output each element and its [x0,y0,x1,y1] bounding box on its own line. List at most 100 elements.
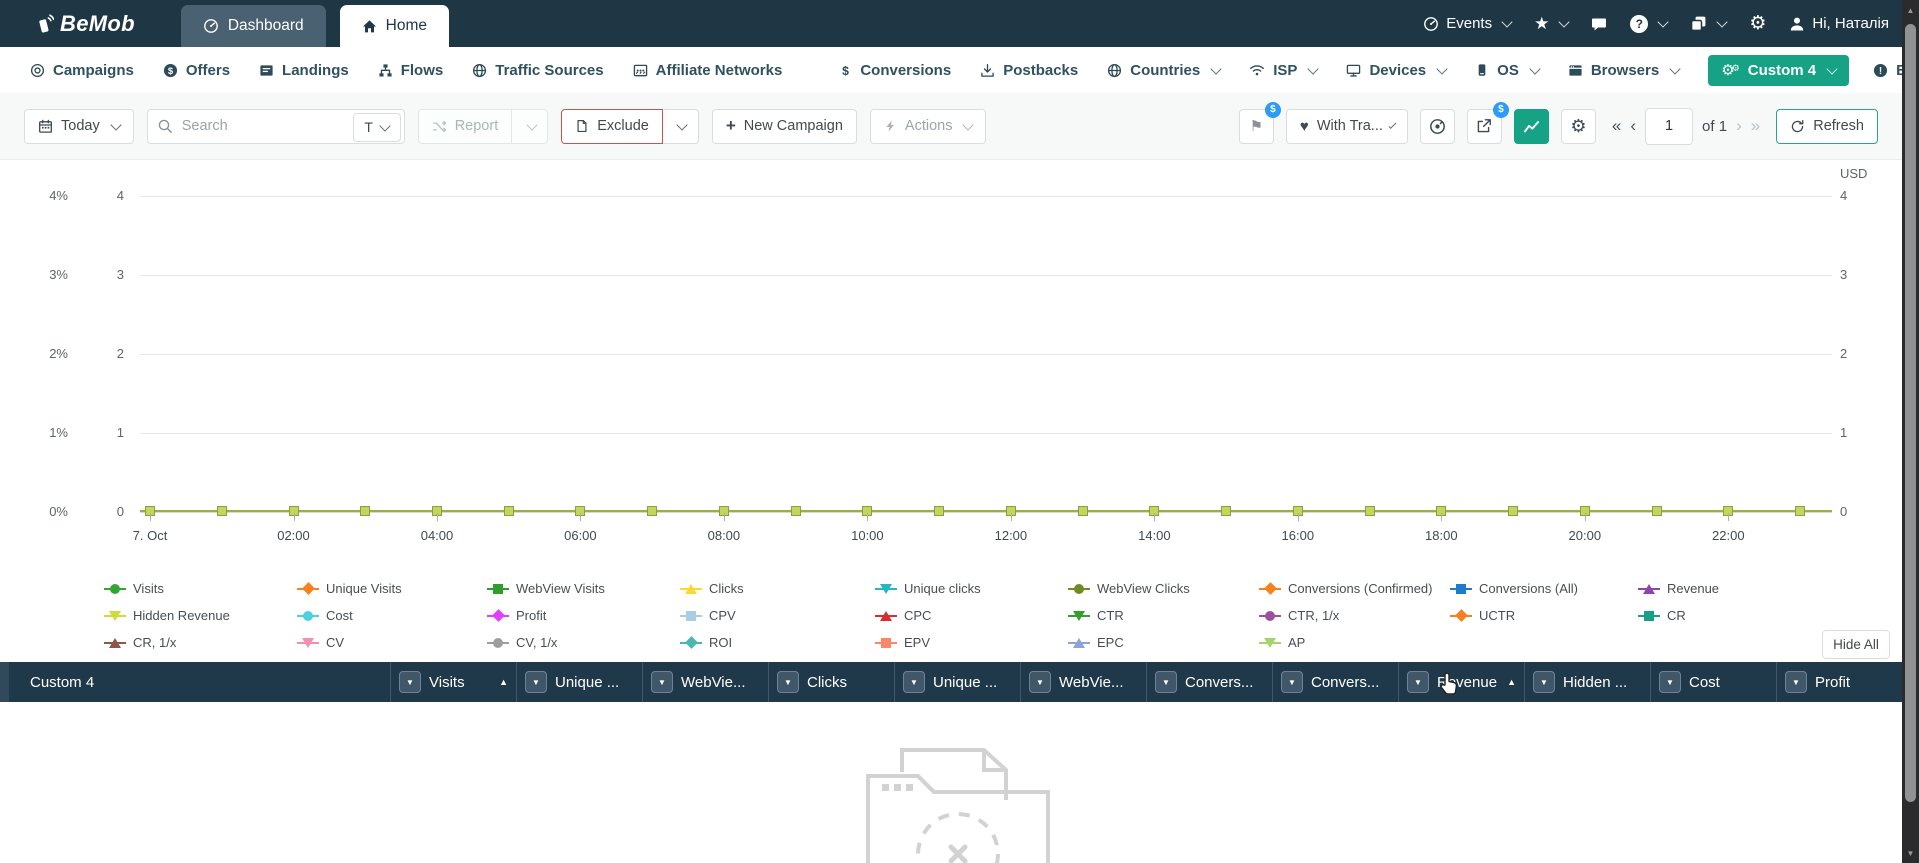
column-header-cost[interactable]: ▼ Cost [1650,662,1776,702]
windows-menu[interactable] [1690,15,1729,32]
next-page-button[interactable]: › [1736,116,1742,136]
scroll-down-arrow[interactable]: ▼ [1902,845,1919,861]
bemob-logo[interactable]: BeMob [34,11,135,37]
column-header-convers[interactable]: ▼ Convers... [1272,662,1398,702]
column-header-clicks[interactable]: ▼ Clicks [768,662,894,702]
last-page-button[interactable]: » [1751,116,1760,136]
date-range-button[interactable]: Today [24,108,134,144]
favorites-menu[interactable]: ★ [1534,15,1571,32]
actions-button[interactable]: Actions [869,108,987,144]
column-header-profit[interactable]: ▼ Profit [1776,662,1902,702]
page-number-input[interactable] [1645,107,1694,145]
nav-item-countries[interactable]: Countries [1107,62,1222,79]
filter-icon[interactable]: ▼ [1281,671,1303,693]
filter-icon[interactable]: ▼ [903,671,925,693]
chart-toggle-button[interactable] [1513,108,1549,144]
network-icon [633,63,648,78]
nav-item-browsers[interactable]: Browsers [1568,62,1681,79]
column-header-unique[interactable]: ▼ Unique ... [894,662,1020,702]
legend-item-epv[interactable]: EPV [875,629,981,656]
legend-item-webview-visits[interactable]: WebView Visits [487,575,605,602]
chat-button[interactable] [1591,16,1607,32]
tab-dashboard[interactable]: Dashboard [180,5,326,47]
legend-item-cr-1-x[interactable]: CR, 1/x [104,629,230,656]
column-header-convers[interactable]: ▼ Convers... [1146,662,1272,702]
legend-item-visits[interactable]: Visits [104,575,230,602]
events-menu[interactable]: Events [1423,15,1513,32]
legend-item-profit[interactable]: Profit [487,602,605,629]
nav-item-devices[interactable]: Devices [1346,62,1448,79]
help-menu[interactable]: ? [1630,14,1670,33]
nav-item-landings[interactable]: Landings [259,62,349,79]
legend-item-conversions-confirmed[interactable]: Conversions (Confirmed) [1259,575,1433,602]
legend-item-roi[interactable]: ROI [680,629,744,656]
legend-item-cpv[interactable]: CPV [680,602,744,629]
legend-item-cv-1-x[interactable]: CV, 1/x [487,629,605,656]
filter-icon[interactable]: ▼ [777,671,799,693]
nav-item-affiliate-networks[interactable]: Affiliate Networks [633,62,782,79]
user-menu[interactable]: Hi, Наталія [1789,15,1889,32]
legend-item-webview-clicks[interactable]: WebView Clicks [1068,575,1190,602]
legend-item-cr[interactable]: CR [1638,602,1719,629]
scrollbar-thumb[interactable] [1905,24,1916,802]
nav-item-traffic-sources[interactable]: Traffic Sources [472,62,604,79]
legend-item-cv[interactable]: CV [297,629,402,656]
legend-item-conversions-all[interactable]: Conversions (All) [1450,575,1578,602]
report-button[interactable]: Report [417,108,513,144]
traffic-filter-dropdown[interactable]: ♥ With Tra... [1285,108,1408,144]
nav-item-offers[interactable]: $ Offers [163,62,230,79]
first-page-button[interactable]: « [1612,116,1621,136]
legend-item-unique-clicks[interactable]: Unique clicks [875,575,981,602]
scroll-up-arrow[interactable]: ▲ [1902,2,1919,18]
tab-home[interactable]: Home [339,5,450,47]
exclude-dropdown-button[interactable] [662,108,699,144]
filter-icon[interactable]: ▼ [1155,671,1177,693]
legend-item-epc[interactable]: EPC [1068,629,1190,656]
filter-icon[interactable]: ▼ [1659,671,1681,693]
hide-all-button[interactable]: Hide All [1822,630,1890,659]
share-button[interactable]: $ [1466,101,1509,144]
column-header-unique[interactable]: ▼ Unique ... [516,662,642,702]
flag-button[interactable]: ⚑ $ [1238,101,1281,144]
filter-icon[interactable]: ▼ [1533,671,1555,693]
table-settings-button[interactable]: ⚙ [1560,108,1596,144]
nav-item-isp[interactable]: ISP [1249,62,1320,79]
filter-icon[interactable]: ▼ [525,671,547,693]
column-header-hidden[interactable]: ▼ Hidden ... [1524,662,1650,702]
column-header-visits[interactable]: ▼ Visits ▲ [390,662,516,702]
legend-item-cost[interactable]: Cost [297,602,402,629]
filter-icon[interactable]: ▼ [399,671,421,693]
legend-item-clicks[interactable]: Clicks [680,575,744,602]
filter-icon[interactable]: ▼ [1407,671,1429,693]
nav-item-postbacks[interactable]: Postbacks [980,62,1078,79]
legend-item-unique-visits[interactable]: Unique Visits [297,575,402,602]
column-header-webvie[interactable]: ▼ WebVie... [642,662,768,702]
legend-item-revenue[interactable]: Revenue [1638,575,1719,602]
settings-button[interactable]: ⚙ [1749,14,1766,33]
legend-item-ap[interactable]: AP [1259,629,1433,656]
nav-item-conversions[interactable]: $ Conversions [839,62,951,79]
filter-icon[interactable]: ▼ [651,671,673,693]
nav-item-campaigns[interactable]: Campaigns [30,62,134,79]
legend-label: CPV [709,608,736,623]
nav-item-custom-4[interactable]: ⚙⚙ Custom 4 [1708,54,1850,86]
vertical-scrollbar[interactable]: ▲ ▼ [1902,0,1919,863]
nav-item-os[interactable]: OS [1475,62,1541,79]
report-dropdown-button[interactable] [512,108,549,144]
legend-item-ctr-1-x[interactable]: CTR, 1/x [1259,602,1433,629]
refresh-button[interactable]: Refresh [1776,108,1878,144]
filter-icon[interactable]: ▼ [1029,671,1051,693]
column-header-revenue[interactable]: ▼ Revenue ▲ [1398,662,1524,702]
filter-icon[interactable]: ▼ [1785,671,1807,693]
new-campaign-button[interactable]: + New Campaign [711,108,857,144]
nav-item-flows[interactable]: Flows [378,62,443,79]
legend-item-ctr[interactable]: CTR [1068,602,1190,629]
legend-item-cpc[interactable]: CPC [875,602,981,629]
legend-item-hidden-revenue[interactable]: Hidden Revenue [104,602,230,629]
eye-button[interactable] [1419,108,1455,144]
search-type-button[interactable]: T [352,112,401,142]
exclude-button[interactable]: Exclude [561,108,663,144]
column-header-webvie[interactable]: ▼ WebVie... [1020,662,1146,702]
legend-item-uctr[interactable]: UCTR [1450,602,1578,629]
prev-page-button[interactable]: ‹ [1630,116,1636,136]
